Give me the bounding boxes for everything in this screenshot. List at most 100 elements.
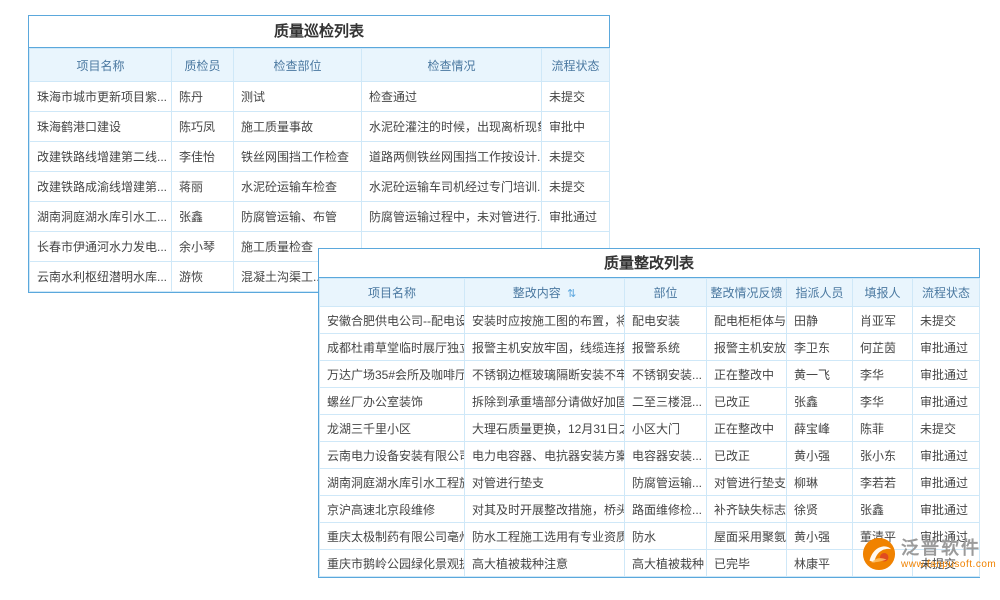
check-situation: 检查通过 [362,82,542,112]
rectify-feedback: 正在整改中 [707,361,787,388]
table-row[interactable]: 成都杜甫草堂临时展厅独立展...报警主机安放牢固，线缆连接...报警系统报警主机… [320,334,980,361]
project-name-link[interactable]: 改建铁路线增建第二线... [30,142,172,172]
inspection-header-row: 项目名称 质检员 检查部位 检查情况 流程状态 [30,49,610,82]
rectify-feedback: 补齐缺失标志... [707,496,787,523]
flow-status: 审批通过 [913,469,980,496]
inspector-name: 李佳怡 [172,142,234,172]
inspector-name: 陈巧凤 [172,112,234,142]
table-row[interactable]: 湖南洞庭湖水库引水工程施...对管进行垫支防腐管运输...对管进行垫支柳琳李若若… [320,469,980,496]
assignee-name: 林康平 [787,550,853,577]
flow-status: 未提交 [542,142,610,172]
col-header-flow-status: 流程状态 [913,279,980,307]
rectify-content: 防水工程施工选用有专业资质... [465,523,625,550]
project-name-link[interactable]: 珠海鹤港口建设 [30,112,172,142]
flow-status: 审批通过 [913,496,980,523]
rectify-header-row: 项目名称 整改内容 ⇅ 部位 整改情况反馈 指派人员 填报人 流程状态 [320,279,980,307]
rectify-part: 报警系统 [625,334,707,361]
col-header-inspector: 质检员 [172,49,234,82]
project-name-link[interactable]: 云南电力设备安装有限公司20... [320,442,465,469]
rectify-feedback: 配电柜柜体与... [707,307,787,334]
project-name-link[interactable]: 万达广场35#会所及咖啡厅空... [320,361,465,388]
project-name-link[interactable]: 改建铁路成渝线增建第... [30,172,172,202]
flow-status: 未提交 [913,415,980,442]
inspector-name: 张鑫 [172,202,234,232]
table-row[interactable]: 螺丝厂办公室装饰拆除到承重墙部分请做好加固...二至三楼混...已改正张鑫李华审… [320,388,980,415]
rectify-content: 高大植被栽种注意 [465,550,625,577]
col-header-filler: 填报人 [853,279,913,307]
table-row[interactable]: 改建铁路线增建第二线...李佳怡铁丝网围挡工作检查道路两侧铁丝网围挡工作按设计.… [30,142,610,172]
rectify-part: 高大植被栽种 [625,550,707,577]
col-header-rectify-content-label: 整改内容 [513,286,561,300]
flow-status: 审批中 [542,112,610,142]
check-part: 防腐管运输、布管 [234,202,362,232]
page: 质量巡检列表 项目名称 质检员 检查部位 检查情况 流程状态 珠海市城市更新项目… [0,0,1000,600]
rectify-feedback: 报警主机安放... [707,334,787,361]
check-situation: 水泥砼运输车司机经过专门培训... [362,172,542,202]
project-name-link[interactable]: 云南水利枢纽潜明水库... [30,262,172,292]
project-name-link[interactable]: 龙湖三千里小区 [320,415,465,442]
rectify-part: 二至三楼混... [625,388,707,415]
rectify-part: 小区大门 [625,415,707,442]
table-row[interactable]: 改建铁路成渝线增建第...蒋丽水泥砼运输车检查水泥砼运输车司机经过专门培训...… [30,172,610,202]
project-name-link[interactable]: 湖南洞庭湖水库引水工... [30,202,172,232]
rectify-table-title: 质量整改列表 [319,249,979,278]
rectify-content: 报警主机安放牢固，线缆连接... [465,334,625,361]
table-row[interactable]: 京沪高速北京段维修对其及时开展整改措施，桥头...路面维修检...补齐缺失标志.… [320,496,980,523]
rectify-feedback: 已改正 [707,442,787,469]
col-header-feedback: 整改情况反馈 [707,279,787,307]
assignee-name: 徐贤 [787,496,853,523]
project-name-link[interactable]: 珠海市城市更新项目紫... [30,82,172,112]
assignee-name: 柳琳 [787,469,853,496]
check-situation: 水泥砼灌注的时候，出现离析现象 [362,112,542,142]
rectify-feedback: 对管进行垫支 [707,469,787,496]
filler-name: 肖亚军 [853,307,913,334]
rectify-content: 不锈钢边框玻璃隔断安装不牢... [465,361,625,388]
table-row[interactable]: 湖南洞庭湖水库引水工...张鑫防腐管运输、布管防腐管运输过程中，未对管进行...… [30,202,610,232]
rectify-feedback: 正在整改中 [707,415,787,442]
project-name-link[interactable]: 长春市伊通河水力发电... [30,232,172,262]
rectify-table: 项目名称 整改内容 ⇅ 部位 整改情况反馈 指派人员 填报人 流程状态 安徽合肥… [319,278,980,577]
rectify-table-card: 质量整改列表 项目名称 整改内容 ⇅ 部位 整改情况反馈 指派人员 填报人 流程… [318,248,980,578]
inspector-name: 余小琴 [172,232,234,262]
assignee-name: 黄小强 [787,442,853,469]
project-name-link[interactable]: 成都杜甫草堂临时展厅独立展... [320,334,465,361]
table-row[interactable]: 珠海鹤港口建设陈巧凤施工质量事故水泥砼灌注的时候，出现离析现象审批中 [30,112,610,142]
rectify-feedback: 已改正 [707,388,787,415]
col-header-rectify-content: 整改内容 ⇅ [465,279,625,307]
rectify-content: 对其及时开展整改措施，桥头... [465,496,625,523]
rectify-part: 防水 [625,523,707,550]
assignee-name: 黄一飞 [787,361,853,388]
col-header-part: 部位 [625,279,707,307]
filler-name: 陈菲 [853,415,913,442]
rectify-content: 电力电容器、电抗器安装方案... [465,442,625,469]
flow-status: 审批通过 [913,442,980,469]
filler-name: 李华 [853,361,913,388]
table-row[interactable]: 珠海市城市更新项目紫...陈丹测试检查通过未提交 [30,82,610,112]
flow-status: 未提交 [542,82,610,112]
col-header-project-name: 项目名称 [30,49,172,82]
project-name-link[interactable]: 安徽合肥供电公司--配电设备... [320,307,465,334]
rectify-part: 防腐管运输... [625,469,707,496]
check-situation: 道路两侧铁丝网围挡工作按设计... [362,142,542,172]
rectify-part: 不锈钢安装... [625,361,707,388]
check-part: 铁丝网围挡工作检查 [234,142,362,172]
project-name-link[interactable]: 重庆市鹅岭公园绿化景观提升... [320,550,465,577]
table-row[interactable]: 安徽合肥供电公司--配电设备...安装时应按施工图的布置，将...配电安装配电柜… [320,307,980,334]
sort-icon[interactable]: ⇅ [567,288,576,300]
col-header-assignee: 指派人员 [787,279,853,307]
filler-name: 何芷茵 [853,334,913,361]
project-name-link[interactable]: 螺丝厂办公室装饰 [320,388,465,415]
project-name-link[interactable]: 重庆太极制药有限公司亳州中... [320,523,465,550]
table-row[interactable]: 龙湖三千里小区大理石质量更换，12月31日之...小区大门正在整改中薛宝峰陈菲未… [320,415,980,442]
table-row[interactable]: 云南电力设备安装有限公司20...电力电容器、电抗器安装方案...电容器安装..… [320,442,980,469]
filler-name: 张鑫 [853,496,913,523]
table-row[interactable]: 万达广场35#会所及咖啡厅空...不锈钢边框玻璃隔断安装不牢...不锈钢安装..… [320,361,980,388]
project-name-link[interactable]: 湖南洞庭湖水库引水工程施... [320,469,465,496]
rectify-part: 电容器安装... [625,442,707,469]
flow-status: 审批通过 [913,361,980,388]
inspector-name: 蒋丽 [172,172,234,202]
project-name-link[interactable]: 京沪高速北京段维修 [320,496,465,523]
flow-status: 未提交 [542,172,610,202]
assignee-name: 田静 [787,307,853,334]
logo-website[interactable]: www.fanpusoft.com [901,559,996,571]
